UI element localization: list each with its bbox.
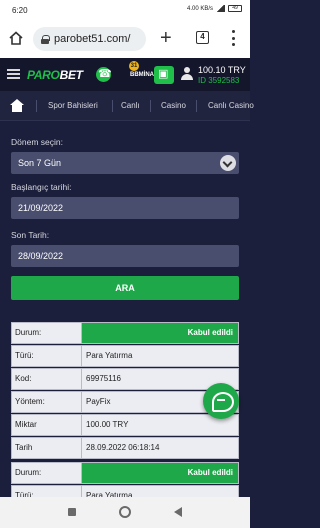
table-row: Tarih 28.09.2022 06:18:14: [11, 437, 239, 459]
nav-divider: [36, 100, 37, 112]
main-nav: Spor Bahisleri Canlı Casino Canlı Casino: [0, 91, 254, 121]
chevron-down-icon: [220, 155, 236, 171]
table-row: Kod: 69975116: [11, 368, 239, 390]
nav-divider: [150, 100, 151, 112]
end-date-label: Son Tarih:: [11, 230, 50, 240]
user-icon[interactable]: [180, 67, 194, 81]
recent-apps-icon[interactable]: [68, 508, 76, 516]
site-logo[interactable]: PAROBET: [27, 68, 83, 82]
user-id: ID 3592583: [198, 76, 240, 85]
promo-badge: 31: [129, 61, 139, 71]
status-bar: 6:20 4.00 KB/s 49: [0, 0, 250, 20]
start-date-field[interactable]: 21/09/2022: [11, 197, 239, 219]
browser-toolbar: parobet51.com/ + 4: [0, 20, 250, 58]
system-nav-bar: [0, 497, 250, 528]
chat-icon[interactable]: [203, 383, 239, 419]
nav-divider: [112, 100, 113, 112]
nav-item-sports[interactable]: Spor Bahisleri: [48, 101, 98, 110]
row-key: Tarih: [11, 437, 82, 459]
table-row: Durum: Kabul edildi: [11, 322, 239, 344]
row-key: Miktar: [11, 414, 82, 436]
address-bar[interactable]: parobet51.com/: [33, 27, 146, 51]
lock-icon: [41, 34, 50, 44]
tab-switcher-button[interactable]: 4: [196, 31, 209, 44]
status-badge: Kabul edildi: [82, 462, 239, 484]
row-key: Yöntem:: [11, 391, 82, 413]
row-key: Kod:: [11, 368, 82, 390]
bonus-icon[interactable]: [154, 66, 174, 84]
status-badge: Kabul edildi: [82, 322, 239, 344]
search-button[interactable]: ARA: [11, 276, 239, 300]
status-time: 6:20: [12, 6, 28, 15]
row-value: Para Yatırma: [82, 345, 239, 367]
system-home-icon[interactable]: [119, 506, 131, 518]
battery-icon: 49: [228, 5, 242, 12]
nav-divider: [196, 100, 197, 112]
period-label: Dönem seçin:: [11, 137, 63, 147]
browser-menu-icon[interactable]: [231, 30, 235, 46]
nav-item-live-casino[interactable]: Canlı Casino: [208, 101, 254, 110]
back-icon[interactable]: [174, 507, 182, 517]
row-key: Türü:: [11, 345, 82, 367]
balance: 100.10 TRY: [198, 65, 246, 75]
promo-label[interactable]: BBMİNA: [130, 72, 154, 78]
url-text: parobet51.com/: [54, 33, 131, 45]
phone-icon[interactable]: [96, 67, 112, 82]
new-tab-button[interactable]: +: [160, 28, 172, 48]
row-value: 28.09.2022 06:18:14: [82, 437, 239, 459]
start-date-label: Başlangıç tarihi:: [11, 182, 72, 192]
end-date-field[interactable]: 28/09/2022: [11, 245, 239, 267]
net-speed: 4.00 KB/s: [186, 5, 213, 12]
browser-home-icon[interactable]: [8, 30, 24, 46]
table-row: Durum: Kabul edildi: [11, 462, 239, 484]
hamburger-menu-icon[interactable]: [7, 69, 20, 79]
row-key: Durum:: [11, 462, 82, 484]
period-select[interactable]: Son 7 Gün: [11, 152, 239, 174]
table-row: Türü: Para Yatırma: [11, 345, 239, 367]
nav-item-casino[interactable]: Casino: [161, 101, 186, 110]
nav-home-icon[interactable]: [10, 99, 24, 112]
site-header: PAROBET 31 BBMİNA 100.10 TRY ID 3592583: [0, 58, 250, 91]
table-row: Miktar 100.00 TRY: [11, 414, 239, 436]
nav-item-live[interactable]: Canlı: [121, 101, 140, 110]
status-icons: 4.00 KB/s 49: [187, 5, 242, 12]
signal-icon: [216, 5, 225, 12]
row-key: Durum:: [11, 322, 82, 344]
period-value: Son 7 Gün: [18, 158, 62, 168]
